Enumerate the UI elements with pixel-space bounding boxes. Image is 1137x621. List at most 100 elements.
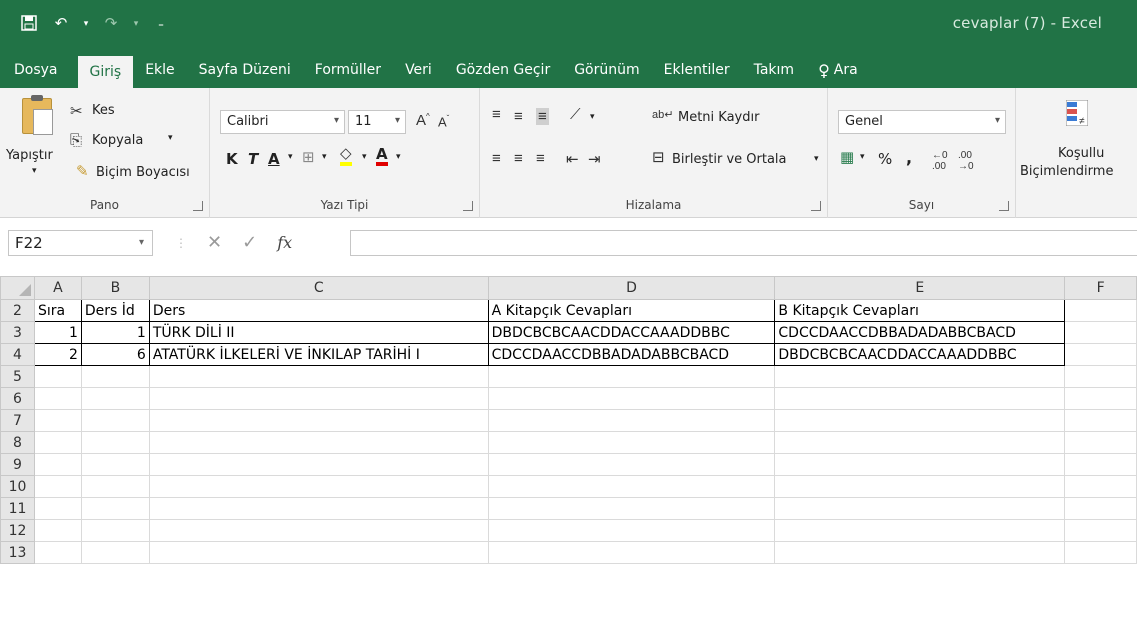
scissors-icon[interactable]: ✂: [70, 102, 83, 120]
chevron-down-icon[interactable]: ▾: [590, 112, 595, 122]
cell[interactable]: [1064, 453, 1137, 476]
cell[interactable]: 6: [80, 343, 150, 366]
cell[interactable]: [33, 409, 82, 432]
column-header[interactable]: D: [487, 276, 776, 300]
conditional-formatting-icon[interactable]: ≠: [1065, 99, 1089, 130]
cell[interactable]: [80, 409, 150, 432]
row-header[interactable]: 6: [0, 387, 35, 410]
cell[interactable]: [80, 431, 150, 454]
cell[interactable]: [33, 541, 82, 564]
font-size-select[interactable]: 11 ▾: [348, 110, 406, 134]
cell[interactable]: [33, 365, 82, 388]
redo-icon[interactable]: ↷: [100, 12, 122, 34]
cell[interactable]: DBDCBCBCAACDDACCAAADDBBC: [487, 321, 776, 344]
cell[interactable]: [487, 475, 776, 498]
cell[interactable]: [33, 475, 82, 498]
cell[interactable]: [80, 387, 150, 410]
insert-function-icon[interactable]: fx: [277, 233, 292, 252]
cell[interactable]: [1064, 475, 1137, 498]
align-center-icon[interactable]: ≡: [514, 150, 523, 167]
cell[interactable]: [774, 387, 1066, 410]
chevron-down-icon[interactable]: ▾: [322, 152, 327, 162]
cell[interactable]: [33, 519, 82, 542]
cell[interactable]: [774, 497, 1066, 520]
cell[interactable]: CDCCDAACCDBBADADABBCBACD: [774, 321, 1066, 344]
row-header[interactable]: 3: [0, 321, 35, 344]
cell[interactable]: 1: [33, 321, 82, 344]
chevron-down-icon[interactable]: ▾: [132, 12, 140, 34]
cell[interactable]: [80, 365, 150, 388]
fill-color-icon[interactable]: ◇: [340, 146, 352, 166]
cell[interactable]: [774, 365, 1066, 388]
row-header[interactable]: 12: [0, 519, 35, 542]
cell[interactable]: [774, 453, 1066, 476]
tab-gorunum[interactable]: Görünüm: [562, 52, 651, 88]
bold-button[interactable]: K: [226, 150, 238, 168]
align-left-icon[interactable]: ≡: [492, 150, 501, 167]
cell[interactable]: [487, 519, 776, 542]
tab-gozden-gecir[interactable]: Gözden Geçir: [444, 52, 562, 88]
grow-font-icon[interactable]: A^: [416, 112, 430, 129]
cell[interactable]: ATATÜRK İLKELERİ VE İNKILAP TARİHİ I: [148, 343, 489, 366]
row-header[interactable]: 13: [0, 541, 35, 564]
cell[interactable]: A Kitapçık Cevapları: [487, 299, 776, 322]
cell[interactable]: [33, 387, 82, 410]
column-header[interactable]: A: [33, 276, 82, 300]
cell[interactable]: [1064, 497, 1137, 520]
dialog-launcher-icon[interactable]: [811, 201, 821, 211]
dialog-launcher-icon[interactable]: [193, 201, 203, 211]
cell[interactable]: [487, 431, 776, 454]
cell[interactable]: [148, 519, 489, 542]
decrease-indent-icon[interactable]: ⇤: [566, 150, 579, 168]
cell[interactable]: DBDCBCBCAACDDACCAAADDBBC: [774, 343, 1066, 366]
cell[interactable]: B Kitapçık Cevapları: [774, 299, 1066, 322]
cancel-icon[interactable]: ✕: [207, 232, 222, 253]
paste-icon[interactable]: [22, 95, 53, 135]
tab-ekle[interactable]: Ekle: [133, 52, 186, 88]
cell[interactable]: [148, 475, 489, 498]
merge-center-button[interactable]: Birleştir ve Ortala: [672, 152, 787, 167]
chevron-down-icon[interactable]: ▾: [860, 152, 865, 162]
increase-indent-icon[interactable]: ⇥: [588, 150, 601, 168]
select-all-corner[interactable]: [0, 276, 35, 300]
cell[interactable]: Sıra: [33, 299, 82, 322]
align-top-icon[interactable]: ≡: [492, 106, 501, 123]
cell[interactable]: [774, 475, 1066, 498]
wrap-text-button[interactable]: Metni Kaydır: [678, 110, 759, 125]
font-name-select[interactable]: Calibri ▾: [220, 110, 345, 134]
orientation-icon[interactable]: ⟋: [570, 106, 581, 123]
cut-button[interactable]: Kes: [92, 103, 115, 118]
cell[interactable]: [148, 453, 489, 476]
tab-dosya[interactable]: Dosya: [0, 52, 70, 88]
cell[interactable]: 1: [80, 321, 150, 344]
tab-sayfa-duzeni[interactable]: Sayfa Düzeni: [187, 52, 303, 88]
tab-formuller[interactable]: Formüller: [303, 52, 393, 88]
increase-decimal-icon[interactable]: ←0.00: [932, 150, 948, 172]
cell[interactable]: [487, 409, 776, 432]
conditional-formatting-button[interactable]: Koşullu: [1058, 146, 1104, 161]
chevron-down-icon[interactable]: ▾: [814, 154, 819, 164]
cell[interactable]: [487, 497, 776, 520]
row-header[interactable]: 4: [0, 343, 35, 366]
row-header[interactable]: 8: [0, 431, 35, 454]
cell[interactable]: [1064, 519, 1137, 542]
customize-qat-icon[interactable]: ₌: [150, 12, 172, 34]
row-header[interactable]: 2: [0, 299, 35, 322]
format-painter-button[interactable]: Biçim Boyacısı: [96, 165, 190, 180]
cell[interactable]: [33, 497, 82, 520]
cell[interactable]: [1064, 365, 1137, 388]
tell-me-search[interactable]: ♀ Ara: [806, 52, 870, 88]
chevron-down-icon[interactable]: ▾: [362, 152, 367, 162]
copy-button[interactable]: Kopyala: [92, 133, 143, 148]
merge-center-icon[interactable]: ⊟: [652, 148, 665, 166]
row-header[interactable]: 5: [0, 365, 35, 388]
cell[interactable]: Ders İd: [80, 299, 150, 322]
cell[interactable]: [33, 431, 82, 454]
dialog-launcher-icon[interactable]: [463, 201, 473, 211]
cell[interactable]: [148, 387, 489, 410]
cell[interactable]: CDCCDAACCDBBADADABBCBACD: [487, 343, 776, 366]
number-format-select[interactable]: Genel ▾: [838, 110, 1006, 134]
cell[interactable]: [148, 365, 489, 388]
italic-button[interactable]: T: [248, 150, 258, 168]
tab-takim[interactable]: Takım: [742, 52, 806, 88]
